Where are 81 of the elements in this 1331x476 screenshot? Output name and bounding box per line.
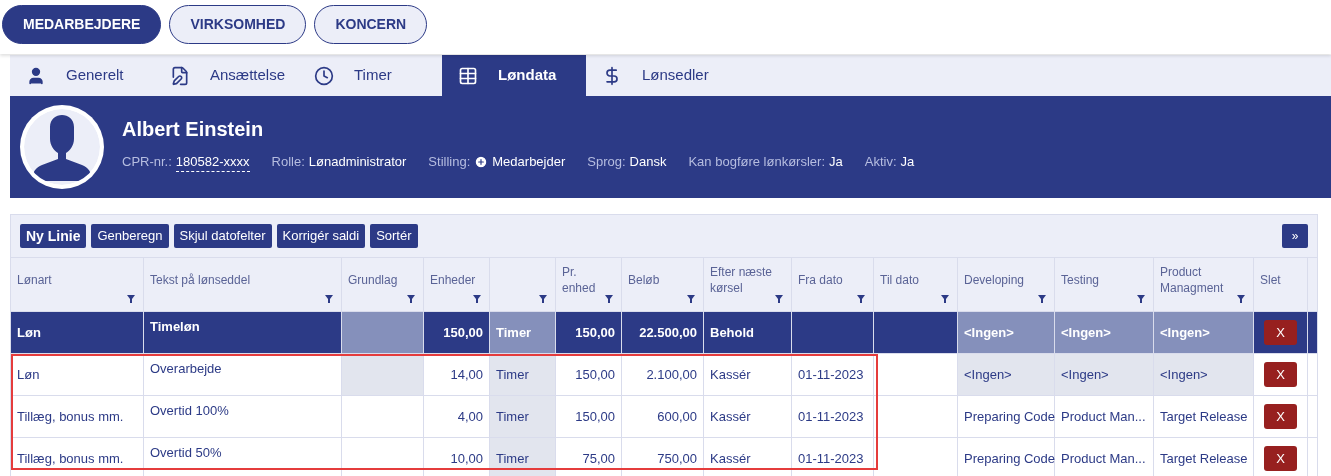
field-label: Sprog: — [587, 153, 626, 172]
table-cell: Timer — [490, 354, 556, 395]
table-cell: <Ingen> — [958, 354, 1055, 395]
tab[interactable]: Løndata — [442, 55, 586, 96]
filter-icon[interactable] — [605, 295, 613, 303]
filter-icon[interactable] — [857, 295, 865, 303]
toolbar-button[interactable]: Genberegn — [91, 224, 169, 248]
table-cell: 75,00 — [556, 438, 622, 476]
table-icon — [458, 65, 478, 86]
nav-button[interactable]: MEDARBEJDERE — [2, 5, 162, 44]
filter-icon[interactable] — [1137, 295, 1145, 303]
toolbar-button[interactable]: Ny Linie — [20, 224, 87, 248]
table-cell: Preparing Code — [958, 438, 1055, 476]
header-label: Grundlag — [348, 271, 398, 288]
header-label: Tekst på lønseddel — [150, 271, 251, 288]
field-value[interactable]: 180582-xxxx — [175, 151, 250, 173]
delete-button[interactable]: X — [1264, 362, 1297, 387]
tab[interactable]: Lønsedler — [586, 55, 730, 96]
table-cell: <Ingen> — [1055, 354, 1154, 395]
header-label: Pr. enhed — [562, 263, 597, 296]
delete-button[interactable]: X — [1264, 320, 1297, 345]
table-cell: Overtid 50% — [144, 438, 342, 476]
field-value: Ja — [900, 153, 915, 172]
nav-button[interactable]: KONCERN — [314, 5, 428, 44]
filter-icon[interactable] — [1237, 295, 1245, 303]
table-cell: Timer — [490, 396, 556, 437]
filter-icon[interactable] — [775, 295, 783, 303]
filter-icon[interactable] — [473, 295, 481, 303]
delete-button[interactable]: X — [1264, 446, 1297, 471]
field-value: Lønadministrator — [308, 153, 407, 172]
document-pen-icon — [170, 65, 190, 86]
filter-icon[interactable] — [325, 295, 333, 303]
header-label: Beløb — [628, 271, 660, 288]
field-label: Stilling: — [428, 153, 471, 172]
field-label: Aktiv: — [864, 153, 897, 172]
header-label: Enheder — [430, 271, 476, 288]
filter-icon[interactable] — [1038, 295, 1046, 303]
table-cell: Timer — [490, 312, 556, 353]
table-cell: 750,00 — [622, 438, 704, 476]
header-label: Testing — [1061, 271, 1100, 288]
field-value: Dansk — [629, 153, 667, 172]
toolbar-button[interactable]: Skjul datofelter — [173, 224, 272, 248]
filter-icon[interactable] — [687, 295, 695, 303]
toolbar-button[interactable]: Sortér — [370, 224, 418, 248]
table-cell: Timer — [490, 438, 556, 476]
table-cell: <Ingen> — [1154, 354, 1254, 395]
header-label: Product Managment — [1160, 263, 1225, 296]
header-label: Lønart — [17, 271, 52, 288]
plus-circle-icon — [474, 155, 489, 169]
header-label: Efter næste kørsel — [710, 263, 774, 296]
filter-icon[interactable] — [407, 295, 415, 303]
nav-button[interactable]: VIRKSOMHED — [169, 5, 307, 44]
clock-icon — [314, 65, 334, 86]
table-cell: Tillæg, bonus mm. — [11, 438, 144, 476]
header-label: Developing — [964, 271, 1025, 288]
employee-name: Albert Einstein — [122, 116, 265, 142]
table-cell: Kassér — [704, 438, 792, 476]
filter-icon[interactable] — [941, 295, 949, 303]
toolbar-button[interactable]: Korrigér saldi — [276, 224, 366, 248]
filter-icon[interactable] — [127, 295, 135, 303]
header-label: Fra dato — [798, 271, 843, 288]
field-value: Medarbejder — [492, 153, 566, 172]
table-cell: <Ingen> — [958, 312, 1055, 353]
filter-icon[interactable] — [539, 295, 547, 303]
tab[interactable]: Ansættelse — [154, 55, 298, 96]
table-cell: 01-11-2023 — [792, 438, 874, 476]
header-label: Til dato — [880, 271, 919, 288]
table-cell: <Ingen> — [1055, 312, 1154, 353]
field-label: Kan bogføre lønkørsler: — [688, 153, 825, 172]
tab[interactable]: Generelt — [10, 55, 154, 96]
header-label: Slet — [1260, 271, 1281, 288]
table-cell: Target Release — [1154, 438, 1254, 476]
field-label: CPR-nr.: — [122, 153, 172, 172]
expand-button[interactable]: » — [1282, 224, 1308, 248]
table-cell: <Ingen> — [1154, 312, 1254, 353]
delete-button[interactable]: X — [1264, 404, 1297, 429]
field-label: Rolle: — [271, 153, 305, 172]
field-value: Ja — [829, 153, 843, 172]
tab[interactable]: Timer — [298, 55, 442, 96]
user-icon — [26, 65, 46, 86]
table-cell: Product Man... — [1055, 438, 1154, 476]
